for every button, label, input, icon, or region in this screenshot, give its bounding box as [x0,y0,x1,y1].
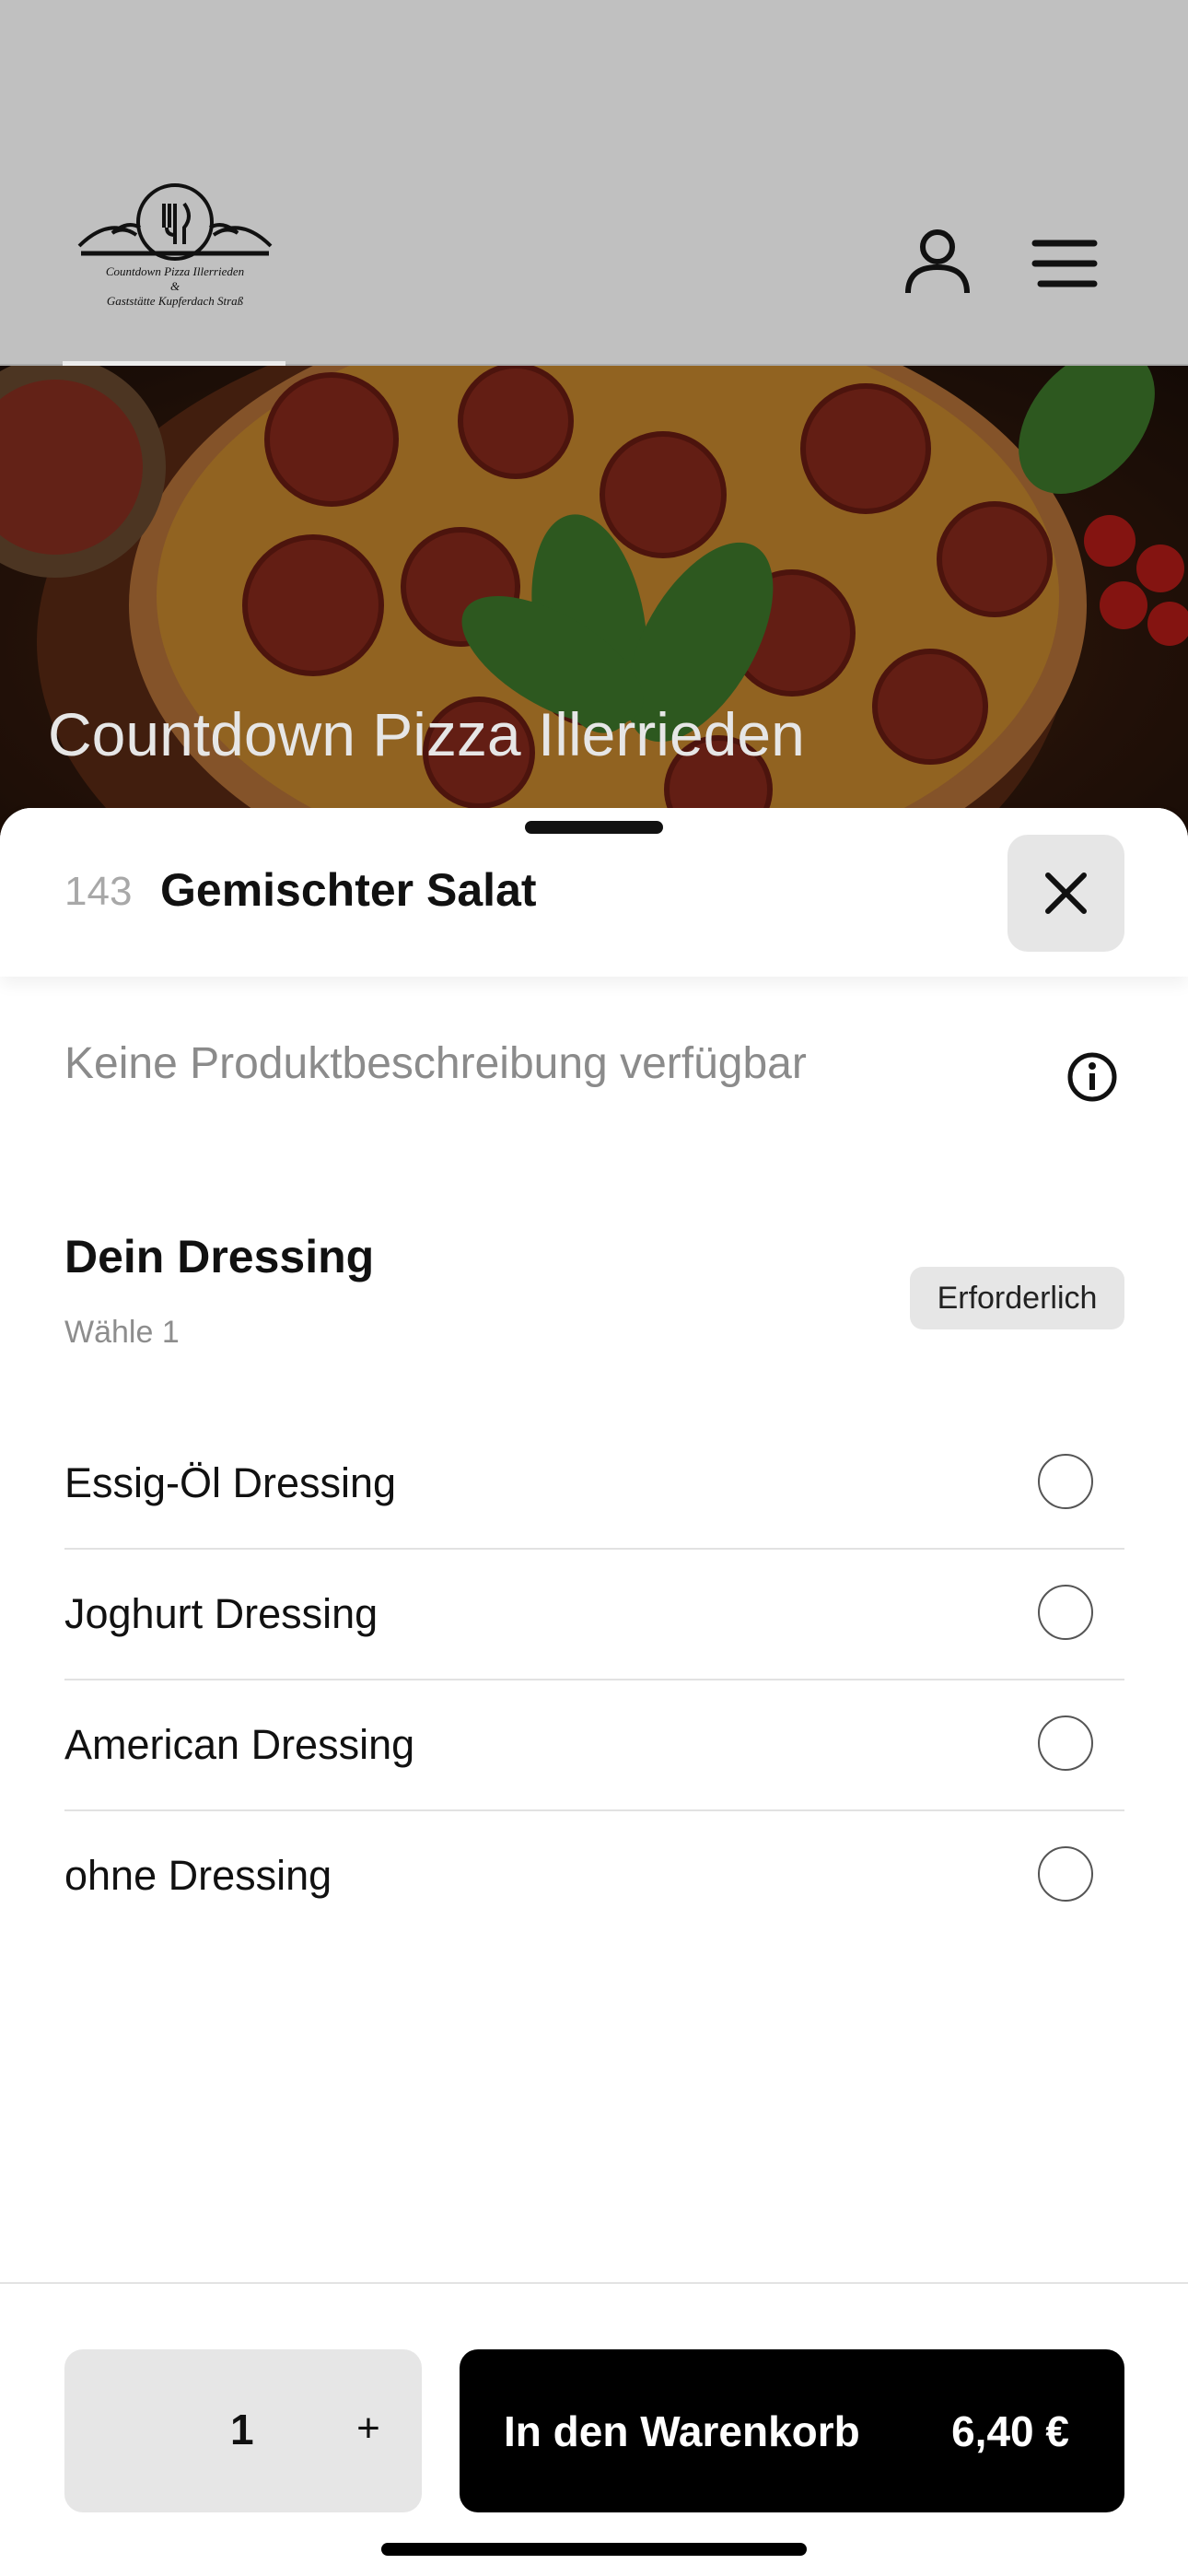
product-number: 143 [64,869,133,914]
add-to-cart-button[interactable]: In den Warenkorb 6,40 € [460,2349,1124,2512]
required-badge: Erforderlich [910,1267,1124,1329]
option-label: ohne Dressing [64,1852,332,1899]
dressing-options-list: Essig-Öl Dressing Joghurt Dressing Ameri… [64,1419,1124,1940]
sheet-header: 143 Gemischter Salat [0,808,1188,977]
product-description: Keine Produktbeschreibung verfügbar [64,1039,807,1088]
radio-button[interactable] [1038,1454,1093,1509]
hamburger-menu-icon[interactable] [1028,236,1101,291]
close-icon [1045,872,1087,914]
product-name: Gemischter Salat [160,864,537,916]
product-sheet: 143 Gemischter Salat Keine Produktbeschr… [0,808,1188,2576]
option-group-title: Dein Dressing [64,1231,375,1282]
person-icon[interactable] [903,227,973,297]
option-row[interactable]: ohne Dressing [64,1811,1124,1940]
restaurant-logo[interactable]: Countdown Pizza Illerrieden & Gaststätte… [72,180,278,318]
logo-line-3: Gaststätte Kupferdach Straß [106,294,244,308]
radio-button[interactable] [1038,1585,1093,1640]
hero-banner: Countdown Pizza Illerrieden [0,366,1188,845]
quantity-value: 1 [230,2406,254,2453]
close-button[interactable] [1007,835,1124,952]
add-to-cart-label: In den Warenkorb [504,2407,860,2455]
increase-quantity-button[interactable]: + [341,2401,396,2456]
logo-emblem [77,183,273,261]
top-navigation-bar: Countdown Pizza Illerrieden & Gaststätte… [0,0,1188,366]
home-indicator [381,2543,807,2556]
total-price: 6,40 € [951,2407,1069,2455]
radio-button[interactable] [1038,1846,1093,1902]
quantity-stepper: 1 + [64,2349,422,2512]
radio-button[interactable] [1038,1715,1093,1771]
option-label: Essig-Öl Dressing [64,1459,397,1506]
option-label: Joghurt Dressing [64,1590,379,1637]
option-row[interactable]: American Dressing [64,1680,1124,1811]
logo-line-2: & [169,279,181,293]
footer-divider [0,2282,1188,2284]
sheet-grabber[interactable] [525,821,663,834]
option-group-subtitle: Wähle 1 [64,1315,180,1350]
option-row[interactable]: Joghurt Dressing [64,1550,1124,1680]
logo-line-1: Countdown Pizza Illerrieden [105,264,245,278]
option-label: American Dressing [64,1721,415,1768]
option-row[interactable]: Essig-Öl Dressing [64,1419,1124,1550]
hero-dim-overlay [0,366,1188,845]
info-icon[interactable] [1066,1051,1118,1103]
hero-title: Countdown Pizza Illerrieden [48,700,805,768]
